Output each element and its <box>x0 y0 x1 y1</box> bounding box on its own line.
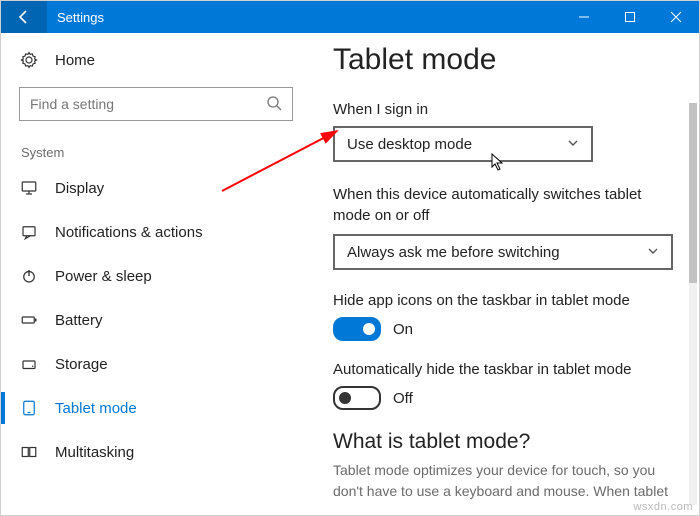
sidebar-item-storage[interactable]: Storage <box>1 342 293 386</box>
sidebar-item-label: Notifications & actions <box>55 224 203 241</box>
watermark: wsxdn.com <box>633 501 693 513</box>
sidebar-item-tablet-mode[interactable]: Tablet mode <box>1 386 293 430</box>
sidebar-item-label: Display <box>55 180 104 197</box>
home-label: Home <box>55 52 95 69</box>
close-button[interactable] <box>653 1 699 33</box>
sidebar-item-label: Storage <box>55 356 108 373</box>
sidebar-item-label: Tablet mode <box>55 400 137 417</box>
minimize-button[interactable] <box>561 1 607 33</box>
search-input[interactable]: Find a setting <box>19 87 293 121</box>
minimize-icon <box>578 11 590 23</box>
switch-label: When this device automatically switches … <box>333 184 671 226</box>
hide-icons-state: On <box>393 321 413 338</box>
window-title: Settings <box>47 10 104 25</box>
tablet-icon <box>19 399 39 417</box>
category-label: System <box>19 145 293 160</box>
auto-hide-label: Automatically hide the taskbar in tablet… <box>333 361 671 378</box>
maximize-icon <box>624 11 636 23</box>
sidebar-item-display[interactable]: Display <box>1 166 293 210</box>
sidebar-item-battery[interactable]: Battery <box>1 298 293 342</box>
notifications-icon <box>19 223 39 241</box>
hide-icons-toggle[interactable] <box>333 317 381 341</box>
sidebar-item-label: Multitasking <box>55 444 134 461</box>
storage-icon <box>19 355 39 373</box>
sidebar-item-notifications[interactable]: Notifications & actions <box>1 210 293 254</box>
display-icon <box>19 179 39 197</box>
maximize-button[interactable] <box>607 1 653 33</box>
switch-dropdown[interactable]: Always ask me before switching <box>333 234 673 270</box>
battery-icon <box>19 311 39 329</box>
home-nav[interactable]: Home <box>19 51 293 69</box>
switch-dropdown-value: Always ask me before switching <box>347 244 560 261</box>
close-icon <box>670 11 682 23</box>
sidebar-item-label: Battery <box>55 312 103 329</box>
power-icon <box>19 267 39 285</box>
signin-dropdown[interactable]: Use desktop mode <box>333 126 593 162</box>
auto-hide-state: Off <box>393 390 413 407</box>
search-placeholder: Find a setting <box>30 96 114 112</box>
signin-label: When I sign in <box>333 101 671 118</box>
chevron-down-icon <box>567 136 579 153</box>
what-title: What is tablet mode? <box>333 430 671 454</box>
signin-dropdown-value: Use desktop mode <box>347 136 472 153</box>
sidebar-item-multitasking[interactable]: Multitasking <box>1 430 293 474</box>
multitasking-icon <box>19 443 39 461</box>
back-button[interactable] <box>1 1 47 33</box>
chevron-down-icon <box>647 244 659 261</box>
sidebar-item-power[interactable]: Power & sleep <box>1 254 293 298</box>
search-icon <box>266 95 282 114</box>
what-body: Tablet mode optimizes your device for to… <box>333 460 671 502</box>
arrow-left-icon <box>16 9 32 25</box>
sidebar-item-label: Power & sleep <box>55 268 152 285</box>
auto-hide-toggle[interactable] <box>333 386 381 410</box>
scrollbar-thumb[interactable] <box>689 103 697 283</box>
gear-icon <box>19 51 39 69</box>
hide-icons-label: Hide app icons on the taskbar in tablet … <box>333 292 671 309</box>
page-title: Tablet mode <box>333 43 671 77</box>
